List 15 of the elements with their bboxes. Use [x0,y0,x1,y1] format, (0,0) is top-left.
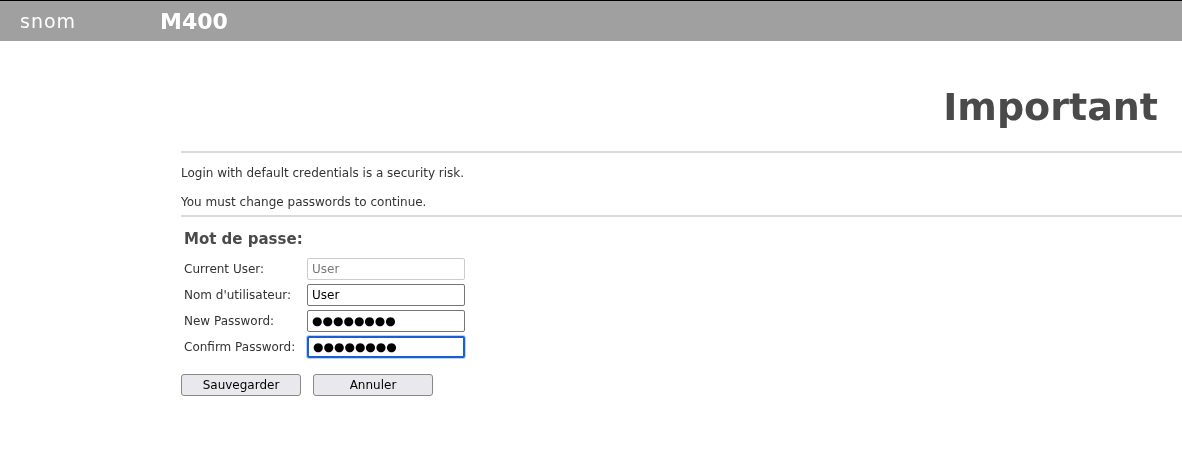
cancel-button[interactable]: Annuler [313,374,433,397]
field-label: Confirm Password: [184,339,297,357]
model-name: M400 [160,7,228,36]
field-label: Current User: [184,261,266,279]
save-button[interactable]: Sauvegarder [181,374,301,397]
input-field[interactable]: ●●●●●●●● [307,336,465,359]
input-field[interactable]: User [307,284,465,307]
brand-logo: snom [20,8,78,34]
section-title: Mot de passe: [184,229,303,248]
page-title: Important [943,85,1158,129]
field-label: Nom d'utilisateur: [184,287,293,305]
field-label: New Password: [184,313,276,331]
notice-text: You must change passwords to continue. [181,194,427,209]
input-field[interactable]: ●●●●●●●● [307,310,465,333]
notice-text: Login with default credentials is a security risk. [181,165,465,180]
